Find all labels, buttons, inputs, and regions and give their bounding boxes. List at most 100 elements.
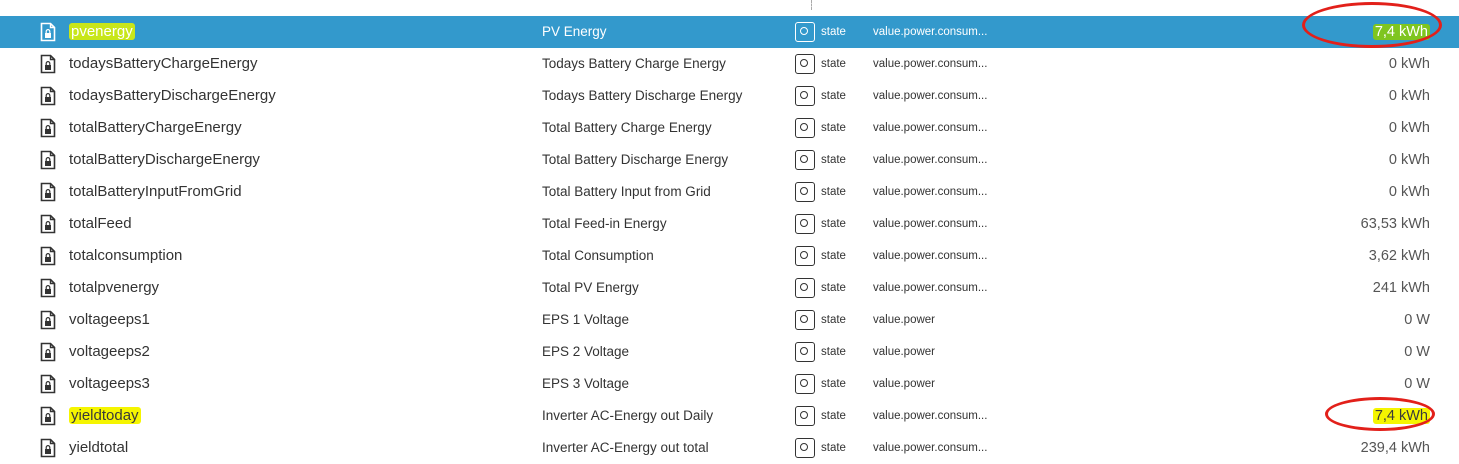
object-type: value.power.consum... [873, 90, 988, 102]
column-divider [811, 0, 813, 10]
state-role-icon [795, 118, 815, 138]
object-id: todaysBatteryDischargeEnergy [69, 87, 276, 104]
file-lock-icon [40, 150, 56, 170]
table-top-edge [0, 0, 1459, 16]
table-row-pvenergy[interactable]: pvenergy PV Energy state value.power.con… [0, 16, 1459, 48]
file-lock-icon [40, 246, 56, 266]
table-row-yieldtoday[interactable]: yieldtoday Inverter AC-Energy out Daily … [0, 400, 1459, 432]
object-type: value.power [873, 314, 936, 326]
object-role: state [821, 90, 846, 102]
object-role: state [821, 58, 846, 70]
state-role-icon [795, 22, 815, 42]
object-value[interactable]: 63,53 kWh [1270, 208, 1430, 240]
file-lock-icon [40, 86, 56, 106]
object-type: value.power.consum... [873, 282, 988, 294]
table-row-totalFeed[interactable]: totalFeed Total Feed-in Energy state val… [0, 208, 1459, 240]
table-row-yieldtotal[interactable]: yieldtotal Inverter AC-Energy out total … [0, 432, 1459, 464]
object-id: voltageeps1 [69, 311, 150, 328]
table-row-voltageeps2[interactable]: voltageeps2 EPS 2 Voltage state value.po… [0, 336, 1459, 368]
object-id: pvenergy [69, 23, 135, 40]
state-role-icon [795, 54, 815, 74]
table-row-totalBatteryInputFromGrid[interactable]: totalBatteryInputFromGrid Total Battery … [0, 176, 1459, 208]
object-value[interactable]: 7,4 kWh [1270, 400, 1430, 432]
state-role-icon [795, 278, 815, 298]
object-role: state [821, 250, 846, 262]
object-name: Inverter AC-Energy out Daily [542, 408, 714, 423]
object-name: Todays Battery Discharge Energy [542, 88, 743, 103]
file-lock-icon [40, 278, 56, 298]
table-row-totalpvenergy[interactable]: totalpvenergy Total PV Energy state valu… [0, 272, 1459, 304]
file-lock-icon [40, 310, 56, 330]
state-role-icon [795, 182, 815, 202]
state-role-icon [795, 214, 815, 234]
table-row-totalBatteryChargeEnergy[interactable]: totalBatteryChargeEnergy Total Battery C… [0, 112, 1459, 144]
table-row-todaysBatteryChargeEnergy[interactable]: todaysBatteryChargeEnergy Todays Battery… [0, 48, 1459, 80]
state-role-icon [795, 406, 815, 426]
table-row-totalconsumption[interactable]: totalconsumption Total Consumption state… [0, 240, 1459, 272]
object-role: state [821, 218, 846, 230]
object-name: Total Feed-in Energy [542, 216, 667, 231]
file-lock-icon [40, 374, 56, 394]
object-value[interactable]: 0 kWh [1270, 80, 1430, 112]
state-role-icon [795, 438, 815, 458]
object-name: Total Battery Charge Energy [542, 120, 712, 135]
object-role: state [821, 26, 846, 38]
file-lock-icon [40, 214, 56, 234]
object-type: value.power.consum... [873, 442, 988, 454]
state-role-icon [795, 342, 815, 362]
object-value[interactable]: 0 kWh [1270, 112, 1430, 144]
object-type: value.power.consum... [873, 122, 988, 134]
object-value[interactable]: 0 kWh [1270, 176, 1430, 208]
object-id: totalBatteryDischargeEnergy [69, 151, 260, 168]
object-id: totalBatteryChargeEnergy [69, 119, 242, 136]
object-name: Todays Battery Charge Energy [542, 56, 726, 71]
object-value[interactable]: 7,4 kWh [1270, 16, 1430, 48]
object-role: state [821, 410, 846, 422]
object-id: yieldtotal [69, 439, 129, 456]
object-id: voltageeps2 [69, 343, 150, 360]
object-id: todaysBatteryChargeEnergy [69, 55, 258, 72]
object-type: value.power.consum... [873, 250, 988, 262]
state-role-icon [795, 86, 815, 106]
object-id: totalpvenergy [69, 279, 160, 296]
object-role: state [821, 122, 846, 134]
object-id: yieldtoday [69, 407, 141, 424]
object-value[interactable]: 0 kWh [1270, 144, 1430, 176]
object-role: state [821, 282, 846, 294]
object-value[interactable]: 0 W [1270, 368, 1430, 400]
object-name: Total Consumption [542, 248, 654, 263]
object-value[interactable]: 239,4 kWh [1270, 432, 1430, 464]
object-type: value.power [873, 378, 936, 390]
table-row-voltageeps1[interactable]: voltageeps1 EPS 1 Voltage state value.po… [0, 304, 1459, 336]
object-name: EPS 2 Voltage [542, 344, 630, 359]
state-role-icon [795, 374, 815, 394]
table-row-voltageeps3[interactable]: voltageeps3 EPS 3 Voltage state value.po… [0, 368, 1459, 400]
table-row-totalBatteryDischargeEnergy[interactable]: totalBatteryDischargeEnergy Total Batter… [0, 144, 1459, 176]
object-value[interactable]: 0 W [1270, 304, 1430, 336]
object-type: value.power.consum... [873, 154, 988, 166]
file-lock-icon [40, 54, 56, 74]
object-type: value.power.consum... [873, 186, 988, 198]
object-table: pvenergy PV Energy state value.power.con… [0, 16, 1459, 464]
object-value[interactable]: 0 kWh [1270, 48, 1430, 80]
object-name: Total Battery Discharge Energy [542, 152, 729, 167]
object-role: state [821, 378, 846, 390]
object-value[interactable]: 3,62 kWh [1270, 240, 1430, 272]
object-role: state [821, 314, 846, 326]
object-value[interactable]: 241 kWh [1270, 272, 1430, 304]
object-name: Inverter AC-Energy out total [542, 440, 709, 455]
state-role-icon [795, 310, 815, 330]
file-lock-icon [40, 342, 56, 362]
object-name: EPS 1 Voltage [542, 312, 630, 327]
object-role: state [821, 154, 846, 166]
file-lock-icon [40, 118, 56, 138]
file-lock-icon [40, 406, 56, 426]
object-role: state [821, 442, 846, 454]
object-type: value.power.consum... [873, 26, 988, 38]
object-id: totalBatteryInputFromGrid [69, 183, 242, 200]
object-type: value.power.consum... [873, 218, 988, 230]
object-name: EPS 3 Voltage [542, 376, 630, 391]
object-type: value.power.consum... [873, 410, 988, 422]
table-row-todaysBatteryDischargeEnergy[interactable]: todaysBatteryDischargeEnergy Todays Batt… [0, 80, 1459, 112]
object-value[interactable]: 0 W [1270, 336, 1430, 368]
